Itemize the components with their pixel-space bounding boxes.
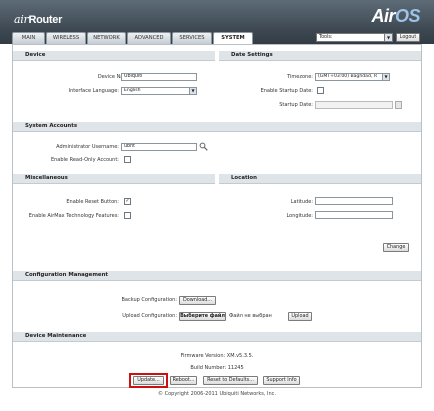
logout-button[interactable]: Logout <box>396 33 420 42</box>
build-number-text: Build Number: 11245 <box>190 365 244 371</box>
enable-startup-date-label: Enable Startup Date: <box>260 88 313 94</box>
admin-username-input[interactable]: ubnt <box>121 143 197 151</box>
section-location-heading: Location <box>219 174 421 184</box>
upload-button[interactable]: Upload <box>288 312 312 321</box>
section-misc-heading: Miscellaneous <box>13 174 215 184</box>
chevron-down-icon: ▼ <box>189 88 196 94</box>
tools-select-value: Tools: <box>319 35 333 40</box>
interface-language-value: English <box>124 88 141 93</box>
interface-language-select[interactable]: English ▼ <box>121 87 197 95</box>
reset-button-checkbox[interactable]: ✓ <box>124 198 131 205</box>
section-system-accounts-heading: System Accounts <box>13 122 421 132</box>
tab-network[interactable]: NETWORK <box>87 32 126 44</box>
reboot-button[interactable]: Reboot... <box>170 376 197 385</box>
airmax-features-checkbox[interactable] <box>124 212 131 219</box>
longitude-label: Longitude: <box>286 213 313 219</box>
key-icon[interactable] <box>199 142 208 151</box>
upload-configuration-label: Upload Configuration: <box>122 313 177 319</box>
startup-date-label: Startup Date: <box>279 102 313 108</box>
device-name-input[interactable]: Ubiquiti <box>121 73 197 81</box>
longitude-input[interactable] <box>315 211 393 219</box>
readonly-account-label: Enable Read-Only Account: <box>50 157 119 163</box>
section-configuration-heading: Configuration Management <box>13 271 421 281</box>
latitude-label: Latitude: <box>290 199 313 205</box>
readonly-account-checkbox[interactable] <box>124 156 131 163</box>
reset-to-defaults-button[interactable]: Reset to Defaults... <box>203 376 258 385</box>
chevron-down-icon: ▼ <box>382 74 389 80</box>
chevron-down-icon: ▼ <box>384 34 392 41</box>
latitude-input[interactable] <box>315 197 393 205</box>
no-file-selected-text: Файл не выбран <box>229 313 272 319</box>
enable-startup-date-checkbox[interactable] <box>317 87 324 94</box>
airmax-features-label: Enable AirMax Technology Features: <box>28 213 119 219</box>
tab-wireless[interactable]: WIRELESS <box>46 32 86 44</box>
footer-copyright: © Copyright 2006-2011 Ubiquiti Networks,… <box>158 391 276 397</box>
tab-main[interactable]: MAIN <box>12 32 45 44</box>
timezone-label: Timezone: <box>287 74 313 80</box>
tools-select[interactable]: Tools: ▼ <box>316 33 393 42</box>
support-info-button[interactable]: Support Info <box>263 376 300 385</box>
update-button[interactable]: Update... <box>133 376 164 385</box>
firmware-version-text: Firmware Version: XM.v5.3.5. <box>180 353 254 359</box>
reset-button-label: Enable Reset Button: <box>66 199 119 205</box>
interface-language-label: Interface Language: <box>68 88 119 94</box>
tab-advanced[interactable]: ADVANCED <box>127 32 171 44</box>
download-button[interactable]: Download... <box>179 296 216 305</box>
section-maintenance-heading: Device Maintenance <box>13 332 421 342</box>
section-date-heading: Date Settings <box>219 51 421 61</box>
backup-configuration-label: Backup Configuration: <box>121 297 177 303</box>
airrouter-logo: airRouter <box>14 13 63 26</box>
admin-username-label: Administrator Username: <box>56 144 119 150</box>
timezone-value: (GMT+03:00) Baghdad, R <box>318 74 378 79</box>
timezone-select[interactable]: (GMT+03:00) Baghdad, R ▼ <box>315 73 390 81</box>
system-settings-panel: Device Date Settings Device Name: Ubiqui… <box>12 44 422 388</box>
tab-services[interactable]: SERVICES <box>172 32 212 44</box>
airos-logo: AirOS <box>371 6 420 26</box>
choose-file-button[interactable]: Выберите файл <box>179 312 226 321</box>
change-button[interactable]: Change <box>383 243 409 252</box>
section-device-heading: Device <box>13 51 215 61</box>
calendar-icon[interactable] <box>395 101 402 109</box>
startup-date-input[interactable] <box>315 101 393 109</box>
